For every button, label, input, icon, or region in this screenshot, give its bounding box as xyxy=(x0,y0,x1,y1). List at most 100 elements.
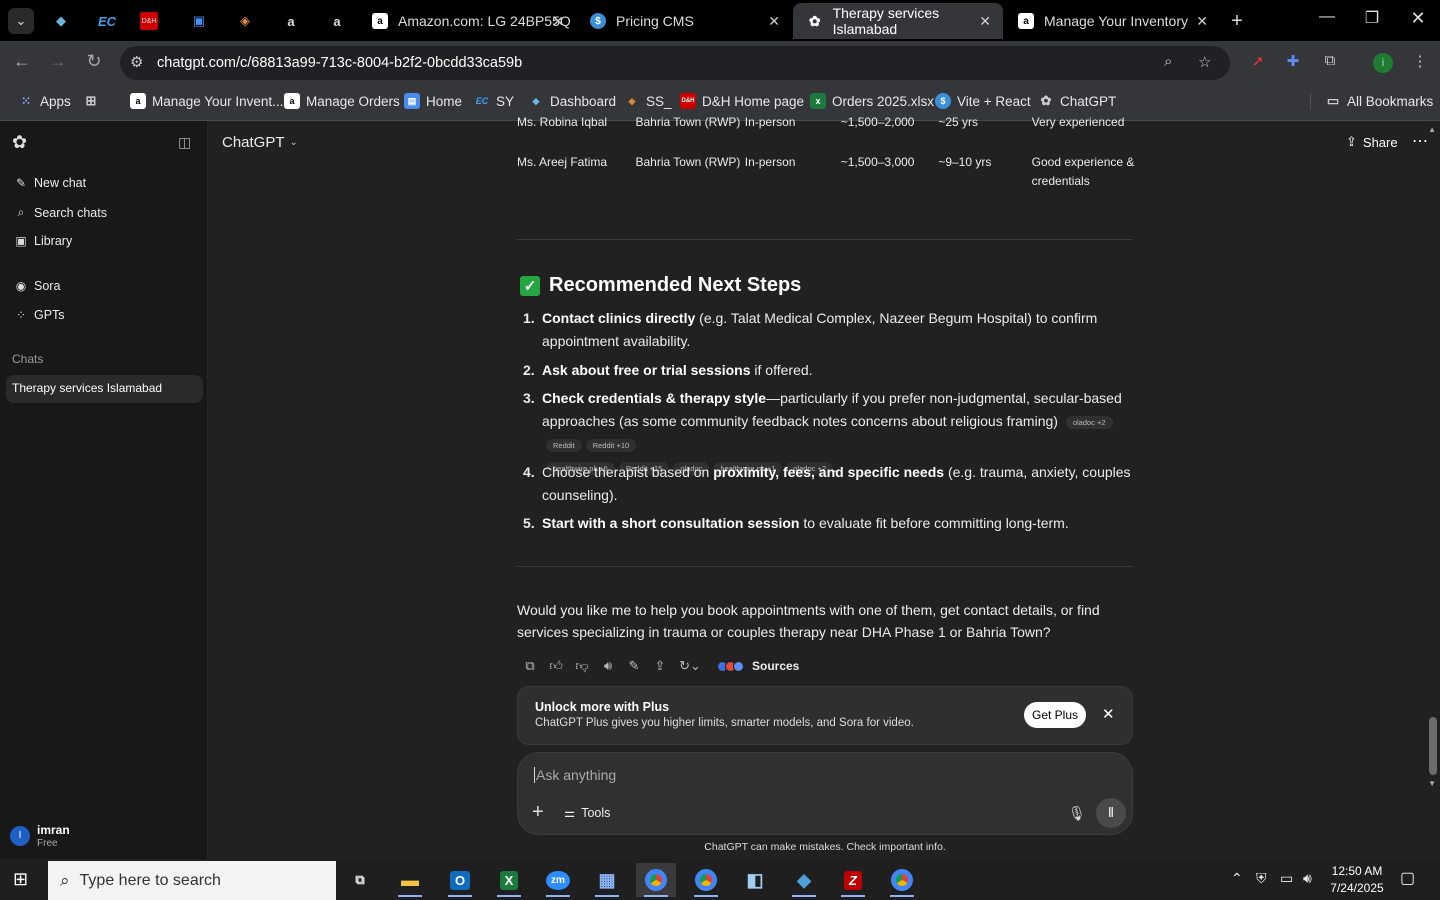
forward-arrow-icon[interactable]: → xyxy=(46,51,70,72)
pinned-tab-amazon-1[interactable]: a xyxy=(278,8,304,34)
filezilla-icon[interactable]: Z xyxy=(833,863,873,897)
calculator-icon[interactable]: ▦ xyxy=(587,863,627,897)
all-bookmarks[interactable]: ▭ All Bookmarks xyxy=(1310,93,1433,109)
search-chats-button[interactable]: ⌕ Search chats xyxy=(14,205,107,220)
bookmark-vite-react[interactable]: $ Vite + React xyxy=(935,93,1031,109)
close-tab-icon[interactable]: ✕ xyxy=(979,13,991,30)
sora-button[interactable]: ◉ Sora xyxy=(14,279,61,293)
user-name[interactable]: imran xyxy=(37,823,70,837)
bookmark-dh-home[interactable]: D&H D&H Home page xyxy=(680,93,804,109)
extensions-puzzle-icon[interactable]: ⧉ xyxy=(1319,52,1341,69)
menu-dots-icon[interactable]: ⋮ xyxy=(1409,52,1431,70)
get-plus-button[interactable]: Get Plus xyxy=(1024,702,1086,728)
app-icon-diamond[interactable]: ◆ xyxy=(784,863,824,897)
sources-button[interactable]: Sources xyxy=(717,659,799,673)
openai-logo-icon[interactable]: ✿ xyxy=(12,132,27,153)
source-chip[interactable]: Reddit +10 xyxy=(585,438,637,452)
bookmark-manage-inventory[interactable]: a Manage Your Invent... xyxy=(130,93,283,109)
bookmark-manage-orders[interactable]: a Manage Orders xyxy=(284,93,400,109)
restore-icon[interactable]: ❐ xyxy=(1357,8,1387,28)
zoom-icon[interactable]: zm xyxy=(538,863,578,897)
bookmark-orders-xlsx[interactable]: x Orders 2025.xlsx xyxy=(810,93,934,109)
tab-therapy-services[interactable]: ✿ Therapy services Islamabad ✕ xyxy=(793,3,1003,39)
voice-mode-icon[interactable]: ⦀ xyxy=(1096,798,1126,828)
show-hidden-icons-icon[interactable]: ⌃ xyxy=(1231,870,1243,887)
clock[interactable]: 12:50 AM 7/24/2025 xyxy=(1326,863,1388,897)
bookmark-ss[interactable]: ◈ SS_ xyxy=(624,93,672,109)
close-window-icon[interactable]: ✕ xyxy=(1403,8,1433,29)
tab-groups-icon[interactable]: ⊞ xyxy=(83,93,105,109)
bookmark-apps[interactable]: ⁙ Apps xyxy=(18,93,71,109)
scroll-down-arrow-icon[interactable]: ▼ xyxy=(1428,779,1436,788)
bookmark-home[interactable]: ▤ Home xyxy=(404,93,462,109)
scrollbar-thumb[interactable] xyxy=(1429,717,1437,775)
chrome-icon[interactable] xyxy=(636,863,676,897)
tab-search-dropdown-icon[interactable]: ⌄ xyxy=(8,8,34,34)
close-tab-icon[interactable]: ✕ xyxy=(552,13,564,30)
pinned-tab-amazon-2[interactable]: a xyxy=(324,8,350,34)
avatar[interactable]: I xyxy=(10,826,30,846)
extension-red-icon[interactable]: ➚ xyxy=(1247,52,1269,70)
edit-icon[interactable]: ✎ xyxy=(621,658,647,674)
network-icon[interactable]: ▭ xyxy=(1280,870,1293,887)
app-icon-book[interactable]: ◧ xyxy=(735,863,775,897)
close-icon[interactable]: ✕ xyxy=(1102,705,1115,723)
new-chat-button[interactable]: ✎ New chat xyxy=(14,176,86,190)
share-button[interactable]: ⇪ Share xyxy=(1346,134,1398,150)
source-chip[interactable]: oladoc +2 xyxy=(1065,415,1113,429)
copy-icon[interactable]: ⧉ xyxy=(517,658,543,674)
address-bar[interactable]: ⚙ chatgpt.com/c/68813a99-713c-8004-b2f2-… xyxy=(120,46,1230,80)
scroll-up-arrow-icon[interactable]: ▲ xyxy=(1428,125,1436,134)
more-options-icon[interactable]: ⋯ xyxy=(1412,131,1428,151)
outlook-icon[interactable]: O xyxy=(440,863,480,897)
gpts-button[interactable]: ⁘ GPTs xyxy=(14,308,65,322)
close-tab-icon[interactable]: ✕ xyxy=(1196,13,1208,30)
windows-start-icon[interactable]: ⊞ xyxy=(13,869,28,890)
new-tab-plus-icon[interactable]: + xyxy=(1224,8,1250,34)
share-icon[interactable]: ⇪ xyxy=(647,658,673,674)
url-text[interactable]: chatgpt.com/c/68813a99-713c-8004-b2f2-0b… xyxy=(157,55,522,71)
source-chip[interactable]: Reddit xyxy=(546,438,582,452)
tab-manage-inventory[interactable]: a Manage Your Inventory ✕ xyxy=(1004,3,1220,39)
bookmark-star-icon[interactable]: ☆ xyxy=(1198,53,1211,71)
zoom-icon[interactable]: ⌕ xyxy=(1164,53,1172,70)
microphone-icon[interactable]: 🎙︎ xyxy=(1068,805,1086,822)
library-button[interactable]: ▣ Library xyxy=(14,234,72,248)
notifications-icon[interactable]: ▢ xyxy=(1400,868,1415,888)
bookmark-chatgpt[interactable]: ✿ ChatGPT xyxy=(1038,93,1117,109)
bookmark-dashboard[interactable]: ◆ Dashboard xyxy=(528,93,617,109)
chrome-alt-icon[interactable] xyxy=(882,863,922,897)
minimize-icon[interactable]: — xyxy=(1312,8,1342,26)
pinned-tab-ec[interactable]: EC xyxy=(94,8,120,34)
defender-icon[interactable]: ⛨ xyxy=(1256,870,1267,887)
bookmark-sy[interactable]: EC SY xyxy=(474,93,514,109)
file-explorer-icon[interactable]: ▬ xyxy=(390,863,430,897)
tools-button[interactable]: ⚌ Tools xyxy=(564,805,610,821)
prompt-input[interactable]: Ask anything xyxy=(534,767,616,783)
thumbs-down-icon[interactable]: 👎︎ xyxy=(569,658,595,674)
add-plus-icon[interactable]: + xyxy=(532,801,544,824)
volume-icon[interactable]: 🔊︎ xyxy=(1303,870,1312,887)
thumbs-up-icon[interactable]: 👍︎ xyxy=(543,658,569,674)
toggle-sidebar-icon[interactable]: ◫ xyxy=(178,134,191,151)
close-tab-icon[interactable]: ✕ xyxy=(768,13,780,30)
task-view-icon[interactable]: ⧉ xyxy=(340,863,380,897)
chat-item-therapy[interactable]: Therapy services Islamabad xyxy=(6,375,203,403)
site-info-icon[interactable]: ⚙ xyxy=(130,53,143,71)
reload-icon[interactable]: ↻ xyxy=(82,51,106,72)
extension-blue-icon[interactable]: ✚ xyxy=(1282,52,1304,70)
taskbar-search[interactable]: ⌕ Type here to search xyxy=(48,861,336,900)
excel-icon[interactable]: X xyxy=(489,863,529,897)
pinned-tab-icon[interactable]: ◆ xyxy=(48,8,74,34)
regenerate-icon[interactable]: ↻⌄ xyxy=(673,658,707,674)
read-aloud-icon[interactable]: 🔊︎ xyxy=(595,658,621,674)
pinned-tab-icon-2[interactable]: ◈ xyxy=(232,8,258,34)
pinned-tab-docs-icon[interactable]: ▣ xyxy=(186,8,212,34)
tab-amazon[interactable]: a Amazon.com: LG 24BP55Q ✕ xyxy=(358,3,576,39)
profile-avatar-icon[interactable]: i xyxy=(1373,53,1393,73)
model-selector[interactable]: ChatGPT ⌄ xyxy=(222,134,298,151)
tab-pricing-cms[interactable]: $ Pricing CMS ✕ xyxy=(576,3,792,39)
back-arrow-icon[interactable]: ← xyxy=(10,51,34,72)
pinned-tab-dh[interactable]: D&H xyxy=(140,12,158,30)
chrome-profile-icon[interactable] xyxy=(686,863,726,897)
